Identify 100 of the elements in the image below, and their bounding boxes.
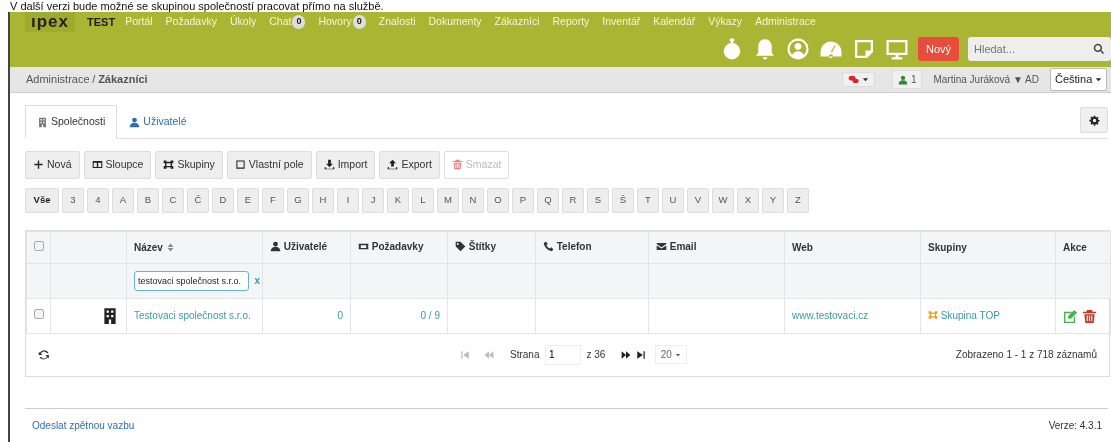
page-count: z 36 <box>586 348 606 363</box>
column-header[interactable]: Skupiny <box>928 239 967 255</box>
upload-icon <box>387 159 399 171</box>
breadcrumb-current: Zákazníci <box>98 72 148 88</box>
column-header[interactable]: Web <box>792 239 813 255</box>
letter-filter-button[interactable]: 3 <box>62 187 84 213</box>
building-icon <box>37 116 48 128</box>
user-name[interactable]: Martina Juráková ▼ AD <box>933 72 1039 87</box>
column-header[interactable]: Email <box>656 238 697 254</box>
language-select[interactable]: Čeština <box>1049 68 1107 91</box>
requests-count-link[interactable]: 0 / 9 <box>420 310 440 322</box>
tag-icon <box>455 240 466 252</box>
filter-field[interactable]: testovaci společnost s.r.o. <box>134 270 249 291</box>
toolbar-button[interactable]: Sloupce <box>83 151 152 179</box>
plus-icon <box>33 159 44 171</box>
letter-filter-button[interactable]: H <box>312 187 334 213</box>
group-link[interactable]: Skupina TOP <box>940 307 1000 323</box>
menu-link[interactable]: Chat 0 <box>269 14 306 30</box>
letter-filter-button[interactable]: D <box>212 187 234 213</box>
letter-filter-button[interactable]: Š <box>612 187 634 213</box>
letter-filter-button[interactable]: Č <box>187 187 209 213</box>
toolbar-button[interactable]: Export <box>379 151 440 179</box>
letter-filter-button[interactable]: S <box>587 187 609 213</box>
letter-filter-button[interactable]: V <box>687 187 709 213</box>
logo[interactable]: ıpex <box>25 12 76 32</box>
letter-filter-button[interactable]: T <box>637 187 659 213</box>
toolbar-button[interactable]: Nová <box>25 151 80 179</box>
edit-icon[interactable] <box>1063 308 1078 324</box>
letter-filter-button[interactable]: A <box>112 187 134 213</box>
version-text: Verze: 4.3.1 <box>1048 419 1102 433</box>
column-header[interactable]: Název <box>134 239 175 255</box>
search-field[interactable]: Hledat... <box>968 37 1111 61</box>
letter-filter-button[interactable]: U <box>662 187 684 213</box>
letter-filter-button[interactable]: M <box>437 187 459 213</box>
count-badge: 0 <box>292 15 306 29</box>
mail-icon <box>656 240 667 252</box>
letter-filter-button[interactable]: 4 <box>87 187 109 213</box>
page-size-select[interactable]: 20 <box>654 345 687 365</box>
breadcrumb-link[interactable]: Administrace <box>26 71 90 88</box>
refresh-icon <box>38 348 50 361</box>
letter-filter-button[interactable]: R <box>562 187 584 213</box>
building-icon <box>101 306 119 325</box>
tab[interactable]: Společnosti <box>25 105 118 139</box>
toolbar-button[interactable]: Skupiny <box>155 151 223 179</box>
toolbar-button[interactable]: Import <box>315 151 376 179</box>
chat-icon <box>848 74 860 85</box>
website-link[interactable]: www.testovaci.cz <box>792 310 869 322</box>
page-field[interactable]: 1 <box>544 344 581 365</box>
group-icon <box>163 159 175 171</box>
page-label: Strana <box>510 348 540 363</box>
trash-icon[interactable] <box>1082 308 1097 324</box>
letter-filter-button[interactable]: P <box>512 187 534 213</box>
users-count-link[interactable]: 0 <box>337 310 343 322</box>
sort-icon <box>165 242 175 252</box>
row-checkbox[interactable] <box>34 309 44 320</box>
letter-filter-button[interactable]: I <box>337 187 359 213</box>
caret-icon <box>1095 76 1102 83</box>
record-summary: Zobrazeno 1 - 1 z 718 záznamů <box>955 348 1097 363</box>
settings-button[interactable] <box>1080 107 1108 133</box>
letter-filter-button[interactable]: X <box>737 187 759 213</box>
caret-icon <box>862 76 870 83</box>
tab[interactable]: Uživatelé <box>117 105 199 139</box>
letter-filter-button[interactable]: E <box>237 187 259 213</box>
toolbar-button[interactable]: Vlastní pole <box>226 151 312 179</box>
menu-link[interactable]: Hovory 0 <box>318 14 366 30</box>
last-page-icon <box>636 349 647 360</box>
new-button[interactable]: Nový <box>917 36 959 62</box>
next-page-icon <box>620 349 631 360</box>
checkbox-icon <box>234 159 246 171</box>
caret-icon <box>674 351 681 358</box>
letter-filter-button[interactable]: Y <box>762 187 784 213</box>
letter-filter-button[interactable]: L <box>412 187 434 213</box>
letter-filter-button[interactable]: O <box>487 187 509 213</box>
letter-filter-button[interactable]: C <box>162 187 184 213</box>
caption-text: V další verzi bude možné se skupinou společností pracovat přímo na službě. <box>9 0 385 12</box>
user-icon <box>270 240 281 252</box>
letter-filter-button[interactable]: G <box>287 187 309 213</box>
chat-dropdown-button[interactable] <box>842 72 876 87</box>
letter-filter-button[interactable]: J <box>362 187 384 213</box>
group-icon <box>928 310 938 320</box>
feedback-link[interactable]: Odeslat zpětnou vazbu <box>32 418 135 433</box>
settings-icon <box>1088 114 1100 126</box>
letter-filter-button[interactable]: N <box>462 187 484 213</box>
environment-label: TEST <box>87 14 116 30</box>
count-badge: 0 <box>352 15 366 29</box>
letter-filter-button[interactable]: F <box>262 187 284 213</box>
columns-icon <box>91 159 103 171</box>
phone-icon <box>543 240 554 252</box>
letter-filter-button[interactable]: W <box>712 187 734 213</box>
download-icon <box>323 159 335 171</box>
online-users-button[interactable]: 1 <box>891 70 923 89</box>
letter-filter-button[interactable]: Z <box>787 187 809 213</box>
letter-filter-button[interactable]: B <box>137 187 159 213</box>
letter-filter-button[interactable]: Vše <box>25 187 59 213</box>
breadcrumb-separator: / <box>92 72 96 88</box>
letter-filter-button[interactable]: K <box>387 187 409 213</box>
user-icon <box>897 74 908 85</box>
select-all-checkbox[interactable] <box>34 240 44 251</box>
monitor-icon[interactable] <box>884 37 909 61</box>
letter-filter-button[interactable]: Q <box>537 187 559 213</box>
